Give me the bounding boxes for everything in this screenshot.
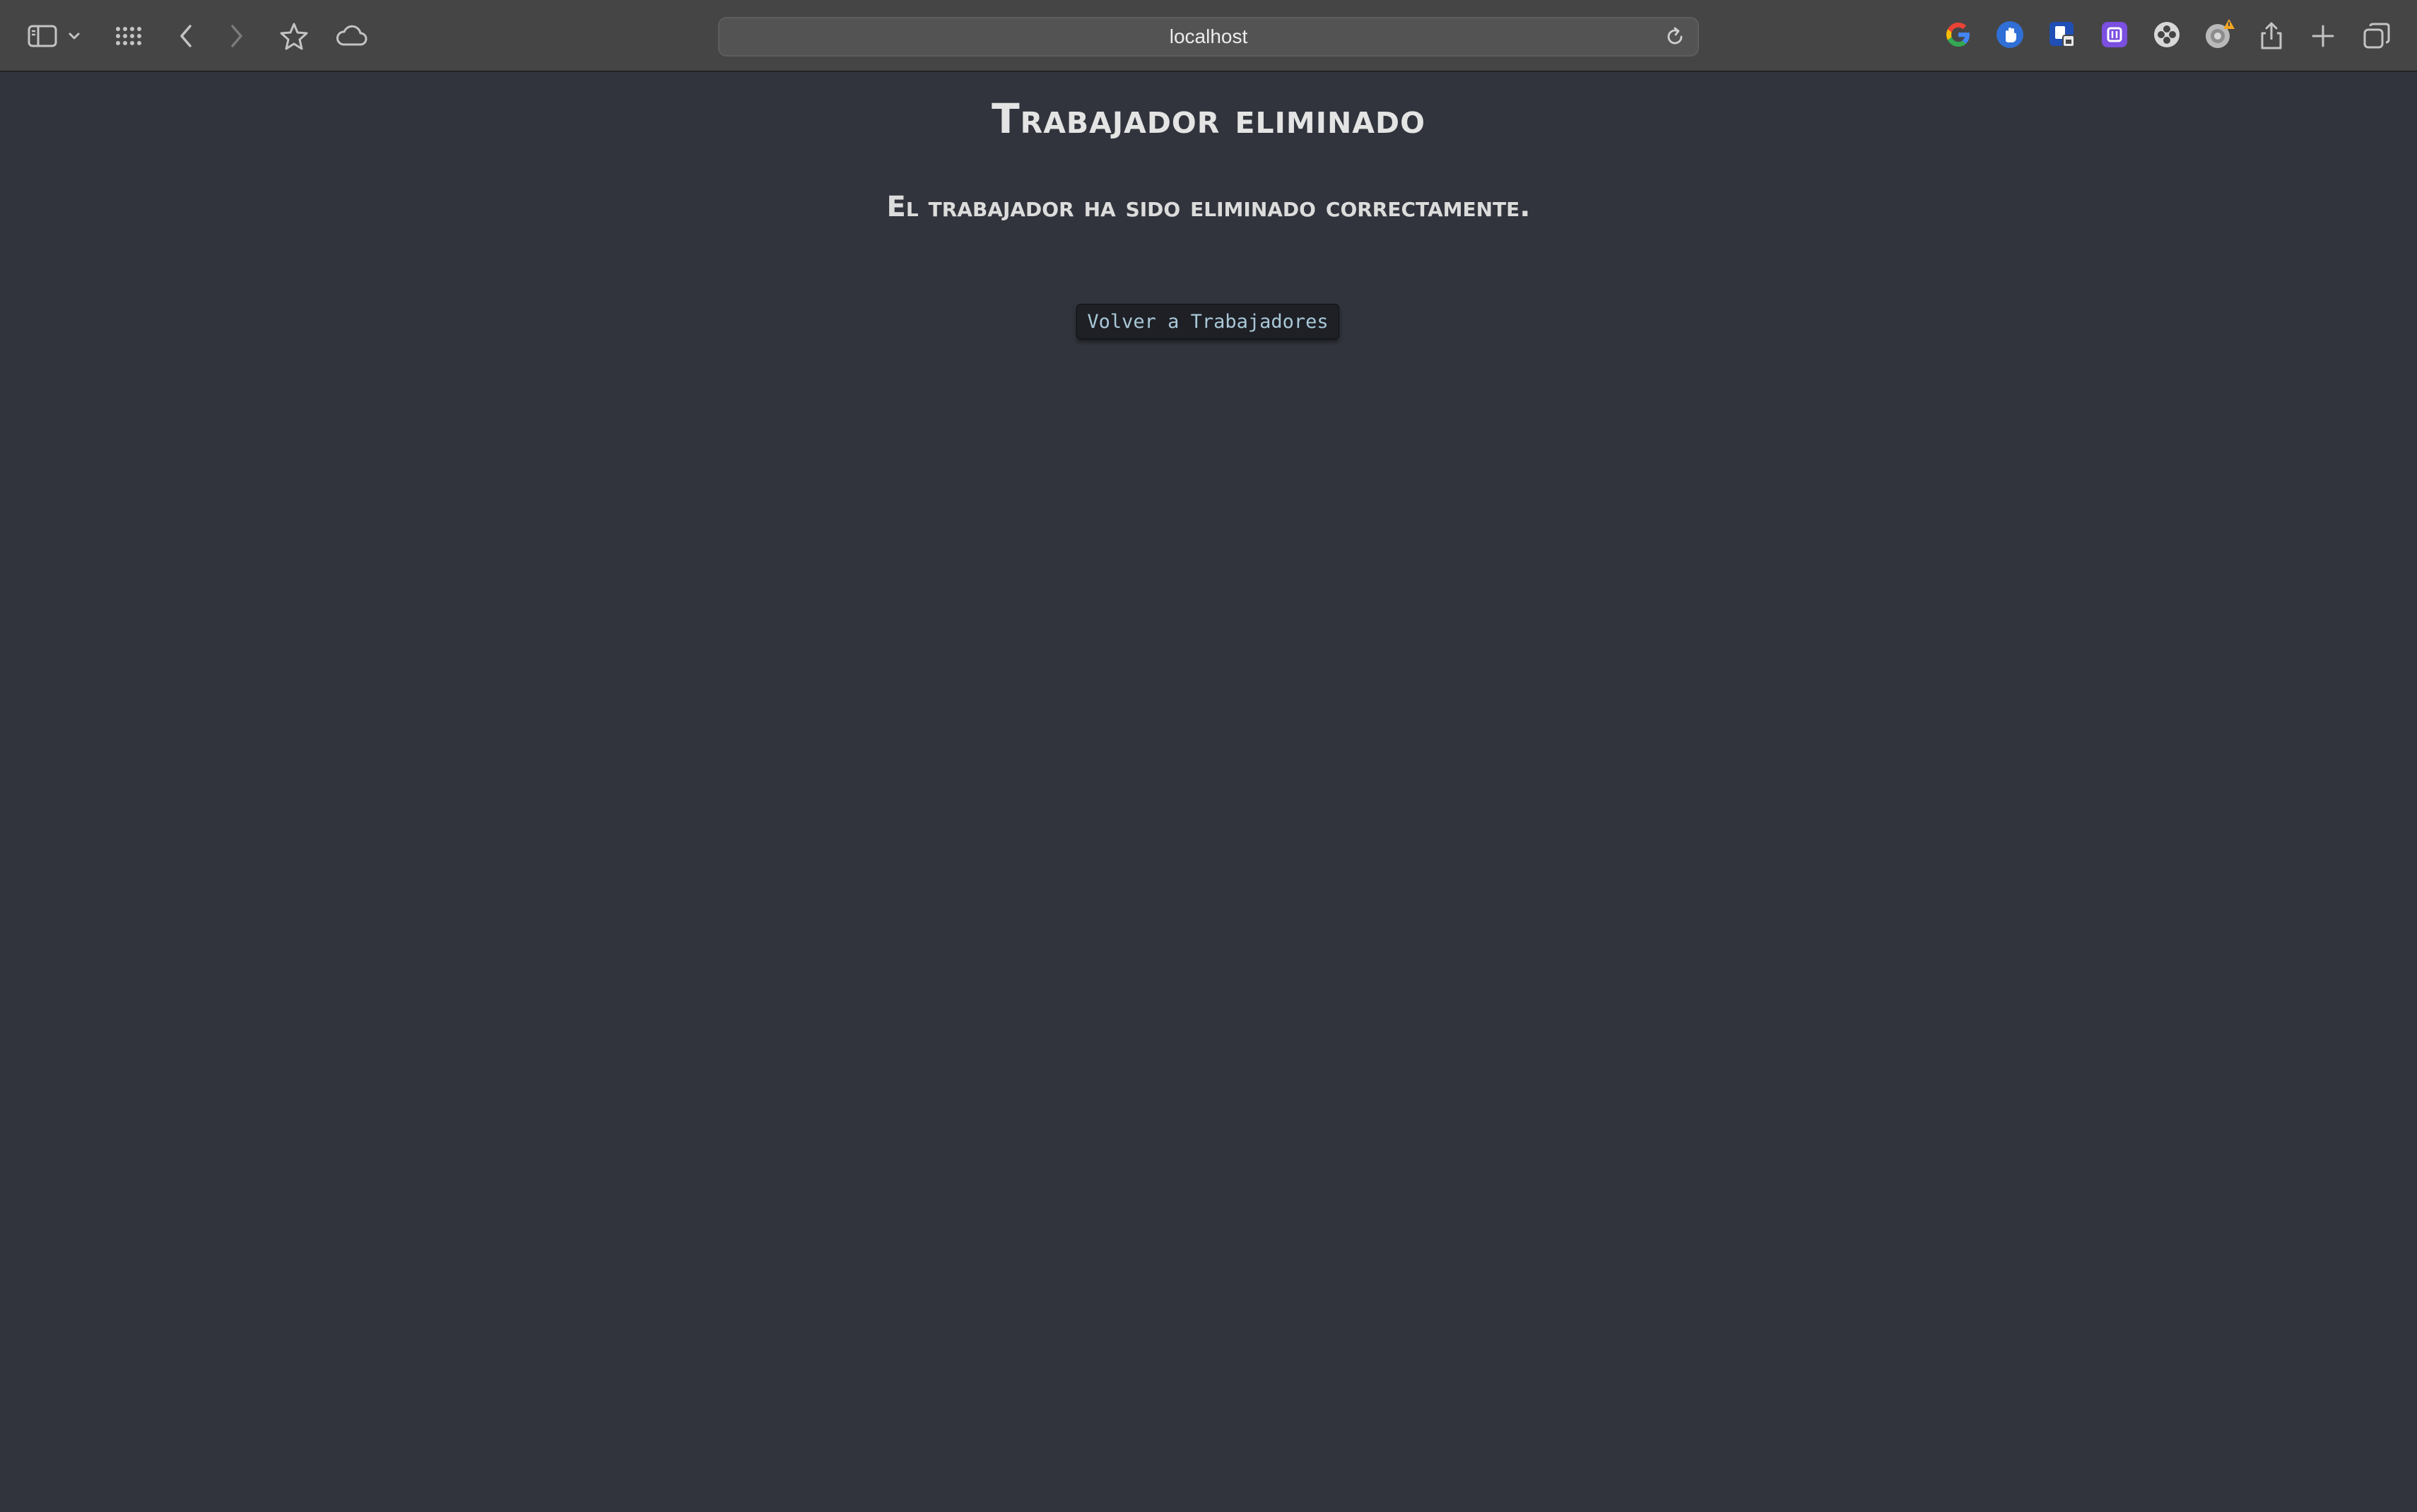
reload-icon xyxy=(1664,26,1686,51)
share-button[interactable] xyxy=(2250,15,2293,57)
cloud-icon xyxy=(335,25,367,47)
forward-button[interactable] xyxy=(216,15,258,57)
reload-button[interactable] xyxy=(1662,25,1688,51)
blue-hand-extension-icon xyxy=(1995,20,2025,53)
puzzle-extension-icon xyxy=(2152,20,2182,53)
back-to-workers-button[interactable]: Volver a Trabajadores xyxy=(1076,304,1339,339)
star-icon xyxy=(280,22,308,50)
google-icon xyxy=(1944,20,1972,52)
google-extension-button[interactable] xyxy=(1941,18,1976,54)
chevron-down-icon xyxy=(68,32,81,40)
bookmarks-button[interactable] xyxy=(273,15,315,57)
blue-hand-extension-button[interactable] xyxy=(1992,18,2028,54)
page-content: Trabajador eliminado El trabajador ha si… xyxy=(0,73,2417,1512)
sidebar-menu-button[interactable] xyxy=(64,15,85,57)
shield-extension-button[interactable] xyxy=(2045,18,2080,54)
tab-overview-icon xyxy=(2363,22,2391,50)
page-title: Trabajador eliminado xyxy=(992,95,1425,143)
share-icon xyxy=(2259,21,2283,51)
tab-overview-button[interactable] xyxy=(2356,15,2398,57)
gear-extension-icon xyxy=(2202,18,2236,55)
sidebar-toggle-button[interactable] xyxy=(21,15,64,57)
purple-extension-button[interactable] xyxy=(2097,18,2132,54)
confirmation-message: El trabajador ha sido eliminado correcta… xyxy=(886,191,1531,223)
puzzle-extension-button[interactable] xyxy=(2149,18,2184,54)
forward-icon xyxy=(229,23,245,49)
gear-extension-button[interactable] xyxy=(2201,18,2237,54)
address-text[interactable]: localhost xyxy=(719,18,1698,55)
shield-extension-icon xyxy=(2047,20,2077,53)
new-tab-icon xyxy=(2311,24,2335,48)
sidebar-icon xyxy=(28,24,57,48)
browser-toolbar: localhost xyxy=(0,0,2417,72)
tab-groups-button[interactable] xyxy=(108,15,151,57)
back-icon xyxy=(178,23,194,49)
purple-extension-icon xyxy=(2100,20,2129,53)
back-button[interactable] xyxy=(165,15,207,57)
new-tab-button[interactable] xyxy=(2302,15,2344,57)
address-bar[interactable]: localhost xyxy=(718,17,1699,57)
grid-icon xyxy=(115,26,143,46)
icloud-tabs-button[interactable] xyxy=(330,15,372,57)
